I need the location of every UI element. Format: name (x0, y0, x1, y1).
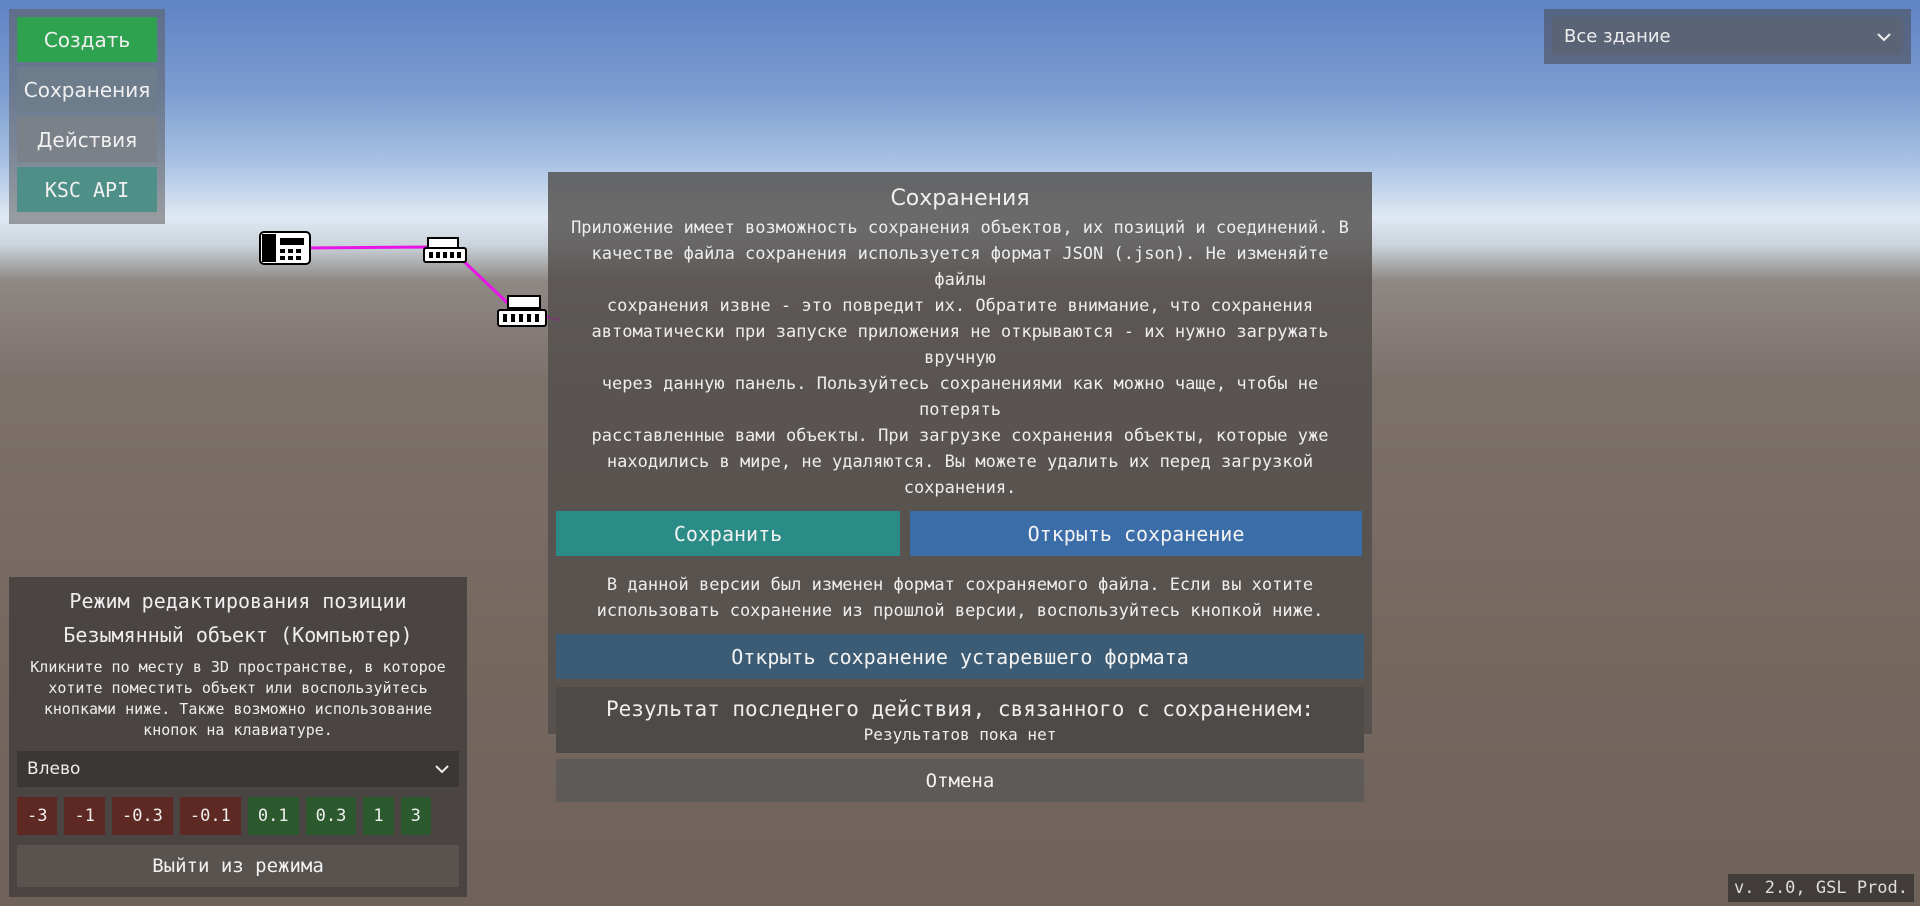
open-save-button[interactable]: Открыть сохранение (910, 511, 1362, 556)
edited-object-name: Безымянный объект (Компьютер) (63, 623, 413, 647)
exit-mode-button[interactable]: Выйти из режима (17, 845, 459, 887)
format-note: В данной версии был изменен формат сохра… (596, 575, 1324, 621)
result-box: Результат последнего действия, связанног… (556, 687, 1364, 753)
version-label: v. 2.0, GSL Prod. (1728, 874, 1914, 902)
position-edit-panel: Режим редактирования позиции Безымянный … (9, 577, 467, 897)
step-plus-0-3-button[interactable]: 0.3 (305, 797, 357, 835)
save-button[interactable]: Сохранить (556, 511, 900, 556)
result-value: Результатов пока нет (863, 725, 1057, 744)
phone-icon[interactable] (259, 231, 311, 265)
step-plus-3-button[interactable]: 3 (400, 797, 431, 835)
step-minus-0-3-button[interactable]: -0.3 (111, 797, 173, 835)
cancel-button[interactable]: Отмена (556, 759, 1364, 802)
open-old-format-button[interactable]: Открыть сохранение устаревшего формата (556, 634, 1364, 679)
result-title: Результат последнего действия, связанног… (605, 697, 1314, 721)
step-plus-0-1-button[interactable]: 0.1 (247, 797, 299, 835)
chevron-down-icon (435, 759, 449, 779)
edit-instructions: Кликните по месту в 3D пространстве, в к… (30, 658, 446, 739)
network-link (304, 245, 431, 250)
step-plus-1-button[interactable]: 1 (363, 797, 394, 835)
saves-dialog: Сохранения Приложение имеет возможность … (548, 172, 1372, 802)
dialog-description: Приложение имеет возможность сохранения … (571, 218, 1349, 498)
step-minus-1-button[interactable]: -1 (64, 797, 105, 835)
switch-icon[interactable] (423, 237, 467, 263)
edit-panel-title: Режим редактирования позиции (69, 589, 407, 613)
dialog-title: Сохранения (890, 186, 1030, 211)
step-minus-0-1-button[interactable]: -0.1 (179, 797, 241, 835)
direction-dropdown[interactable]: Влево (17, 751, 459, 787)
direction-value: Влево (27, 759, 81, 779)
step-minus-3-button[interactable]: -3 (17, 797, 58, 835)
step-buttons: -3 -1 -0.3 -0.1 0.1 0.3 1 3 (17, 797, 459, 835)
